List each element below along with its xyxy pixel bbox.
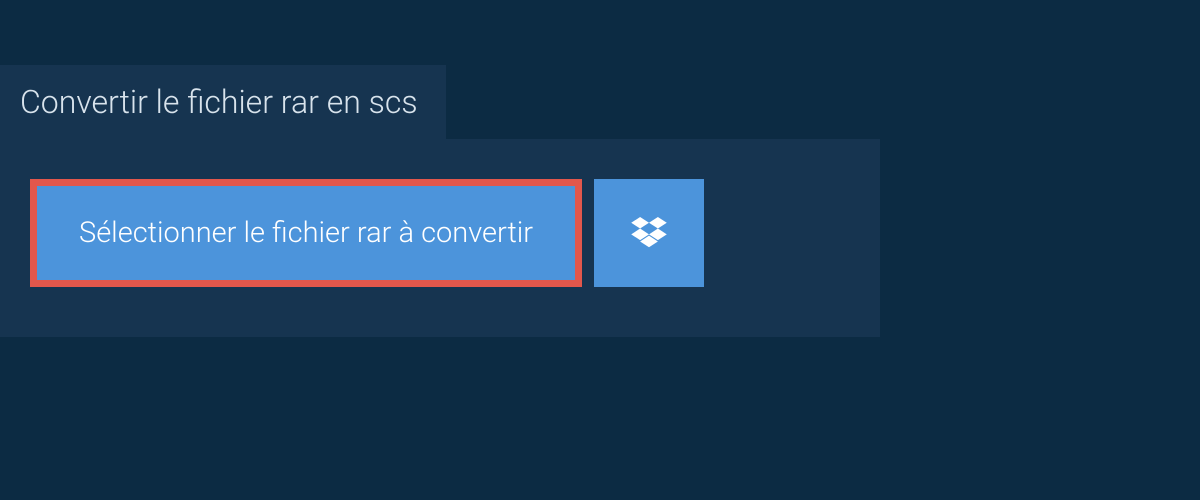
dropbox-icon (631, 217, 667, 249)
select-file-label: Sélectionner le fichier rar à convertir (79, 216, 533, 250)
dropbox-button[interactable] (594, 179, 704, 287)
tab-label: Convertir le fichier rar en scs (20, 83, 418, 121)
conversion-panel: Sélectionner le fichier rar à convertir (0, 139, 880, 337)
tab-convert[interactable]: Convertir le fichier rar en scs (0, 65, 446, 139)
select-file-button[interactable]: Sélectionner le fichier rar à convertir (30, 179, 582, 287)
button-row: Sélectionner le fichier rar à convertir (30, 179, 850, 287)
tab-bar: Convertir le fichier rar en scs (0, 0, 1200, 139)
